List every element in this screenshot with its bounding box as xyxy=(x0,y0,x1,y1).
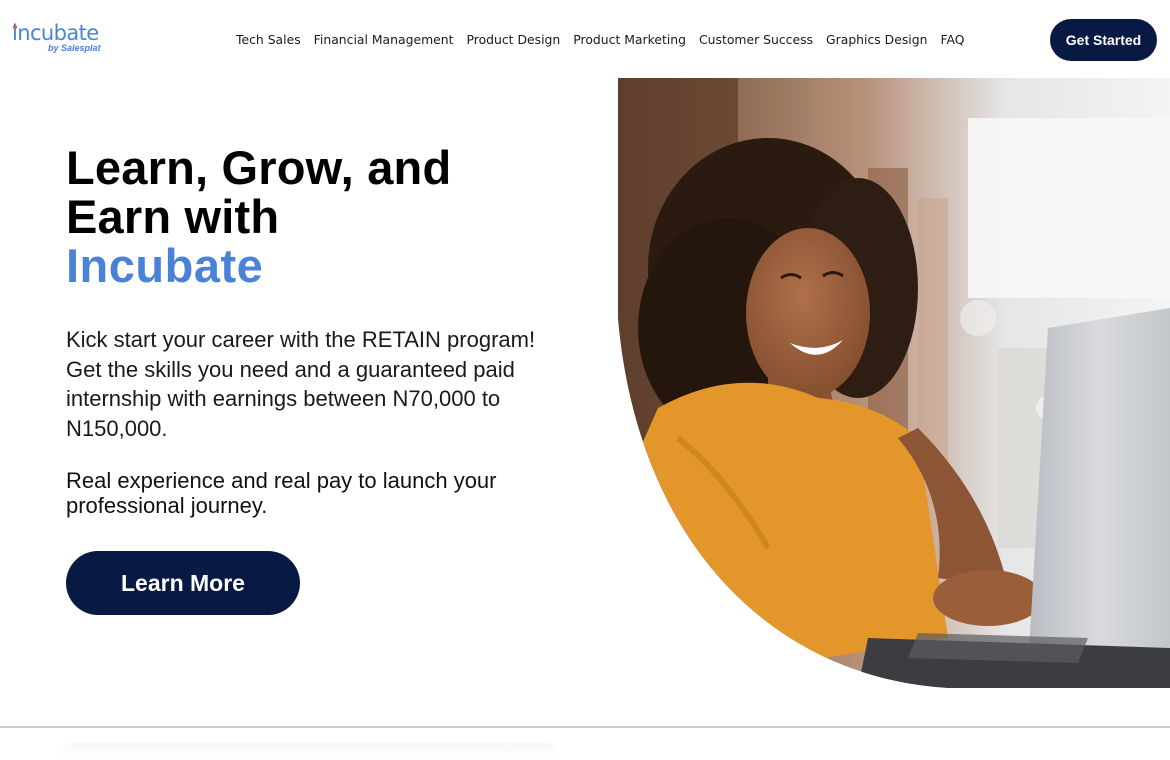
logo-dot xyxy=(13,25,17,29)
incubate-logo[interactable]: incubate by Salesplat xyxy=(12,20,108,60)
hero-title-line1: Learn, Grow, and xyxy=(66,141,452,194)
hero-description: Kick start your career with the RETAIN p… xyxy=(66,327,536,441)
get-started-button[interactable]: Get Started xyxy=(1050,19,1157,61)
hero-photo-woman-laptop xyxy=(618,78,1170,688)
logo-tagline: by Salesplat xyxy=(48,43,101,53)
nav-link-graphics-design[interactable]: Graphics Design xyxy=(826,31,927,49)
learn-more-button[interactable]: Learn More xyxy=(66,551,300,615)
next-section-card xyxy=(60,742,560,760)
nav-link-tech-sales[interactable]: Tech Sales xyxy=(236,31,301,49)
nav-link-financial-management[interactable]: Financial Management xyxy=(314,31,454,49)
hero-title-accent: Incubate xyxy=(66,239,264,292)
nav-link-customer-success[interactable]: Customer Success xyxy=(699,31,813,49)
hero-title: Learn, Grow, and Earn with Incubate xyxy=(66,143,586,290)
nav-link-product-marketing[interactable]: Product Marketing xyxy=(573,31,686,49)
hero-title-line2: Earn with xyxy=(66,190,280,243)
main-nav: Tech Sales Financial Management Product … xyxy=(236,30,964,50)
nav-link-faq[interactable]: FAQ xyxy=(940,31,964,49)
hero-subdescription: Real experience and real pay to launch y… xyxy=(66,468,497,518)
section-divider xyxy=(0,726,1170,728)
nav-link-product-design[interactable]: Product Design xyxy=(467,31,561,49)
site-header: incubate by Salesplat Tech Sales Financi… xyxy=(0,0,1170,78)
